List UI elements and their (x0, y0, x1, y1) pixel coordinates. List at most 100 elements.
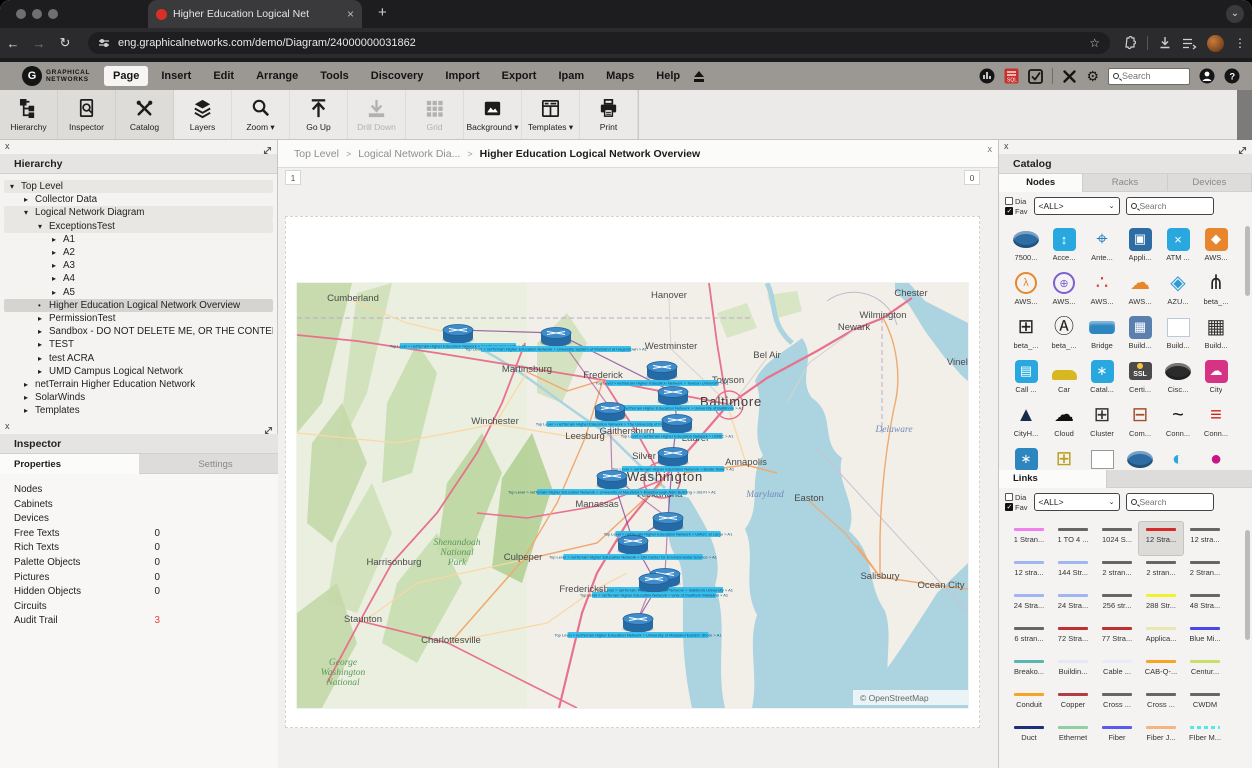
window-close-button[interactable] (16, 9, 26, 19)
catalog-link-item[interactable]: Cross ... (1139, 687, 1183, 720)
catalog-node-item[interactable]: ◐ (1159, 444, 1197, 472)
catalog-node-item[interactable]: ◆AWS... (1197, 224, 1235, 268)
bookmark-star-icon[interactable]: ☆ (1089, 36, 1100, 50)
tree-item[interactable]: ▸A5 (4, 286, 273, 299)
catalog-node-item[interactable]: ↕Acce... (1045, 224, 1083, 268)
catalog-link-item[interactable]: CAB-Q-... (1139, 654, 1183, 687)
catalog-node-item[interactable]: ▤Call ... (1007, 356, 1045, 400)
settings-gear-icon[interactable]: ⚙ (1086, 68, 1099, 85)
breadcrumb-item[interactable]: Logical Network Dia... (358, 148, 460, 160)
catalog-node-item[interactable]: ∗ (1007, 444, 1045, 472)
catalog-link-item[interactable]: Applica... (1139, 621, 1183, 654)
catalog-search-input[interactable] (1140, 201, 1204, 211)
catalog-node-item[interactable]: ≡Conn... (1197, 400, 1235, 444)
expand-arrow-icon[interactable]: ▸ (38, 314, 49, 323)
extensions-icon[interactable] (1123, 36, 1137, 50)
catalog-link-item[interactable]: Cross ... (1095, 687, 1139, 720)
address-bar[interactable]: eng.graphicalnetworks.com/demo/Diagram/2… (88, 32, 1110, 54)
catalog-link-item[interactable]: 288 Str... (1139, 588, 1183, 621)
menu-item-arrange[interactable]: Arrange (247, 66, 307, 86)
inspector-row[interactable]: Cabinets (0, 499, 278, 514)
links-title[interactable]: Links (999, 470, 1107, 488)
browser-menu-icon[interactable]: ⋮ (1234, 36, 1246, 50)
catalog-expand-icon[interactable] (1238, 142, 1247, 160)
catalog-link-item[interactable]: Copper (1051, 687, 1095, 720)
catalog-node-item[interactable]: ☁Cloud (1045, 400, 1083, 444)
inspector-row[interactable]: Pictures0 (0, 572, 278, 587)
links-search-input[interactable] (1140, 497, 1204, 507)
menu-item-help[interactable]: Help (647, 66, 689, 86)
account-icon[interactable] (1199, 68, 1215, 84)
catalog-node-item[interactable]: ☁AWS... (1121, 268, 1159, 312)
catalog-node-item[interactable]: ◈AZU... (1159, 268, 1197, 312)
catalog-node-item[interactable]: ☁City (1197, 356, 1235, 400)
catalog-tab-racks[interactable]: Racks (1083, 174, 1167, 192)
tab-close-icon[interactable]: × (347, 7, 354, 21)
menu-item-edit[interactable]: Edit (204, 66, 243, 86)
catalog-link-item[interactable]: Breako... (1007, 654, 1051, 687)
links-search[interactable] (1126, 493, 1214, 511)
inspector-row[interactable]: Circuits (0, 601, 278, 616)
catalog-node-item[interactable]: ⊞Cluster (1083, 400, 1121, 444)
download-icon[interactable] (1158, 36, 1172, 50)
menu-item-insert[interactable]: Insert (152, 66, 200, 86)
diagram-canvas[interactable]: 1 0 CumberlandHanoverChesterWilmingtonNe… (278, 168, 998, 768)
catalog-link-item[interactable]: Fiber J... (1139, 720, 1183, 753)
catalog-button[interactable]: Catalog (116, 90, 174, 139)
catalog-node-item[interactable]: Cisc... (1159, 356, 1197, 400)
reload-icon[interactable]: ↻ (52, 35, 78, 51)
forward-icon[interactable]: → (26, 36, 52, 51)
catalog-node-item[interactable]: Ⓐbeta_... (1045, 312, 1083, 356)
catalog-link-item[interactable]: 12 stra... (1183, 522, 1227, 555)
sql-reports-icon[interactable]: SQL (1004, 68, 1019, 84)
catalog-link-item[interactable]: 2 Stran... (1183, 555, 1227, 588)
leaf-dot-icon[interactable]: • (38, 301, 49, 310)
global-search[interactable] (1108, 68, 1190, 85)
inspector-row[interactable]: Rich Texts0 (0, 542, 278, 557)
catalog-node-item[interactable]: ⋔beta_... (1197, 268, 1235, 312)
inspector-row[interactable]: Free Texts0 (0, 528, 278, 543)
catalog-link-item[interactable]: 48 Stra... (1183, 588, 1227, 621)
breadcrumb-item[interactable]: Top Level (294, 148, 339, 160)
tree-item[interactable]: ▸A3 (4, 259, 273, 272)
catalog-link-item[interactable]: 256 str... (1095, 588, 1139, 621)
inspector-row[interactable]: Palette Objects0 (0, 557, 278, 572)
expand-arrow-icon[interactable]: ▸ (24, 195, 35, 204)
inspector-row[interactable]: Audit Trail3 (0, 615, 278, 630)
catalog-link-item[interactable]: Cable ... (1095, 654, 1139, 687)
catalog-link-item[interactable]: 12 Stra... (1139, 522, 1183, 555)
catalog-node-item[interactable]: ⊞ (1045, 444, 1083, 472)
catalog-node-item[interactable]: ▲CityH... (1007, 400, 1045, 444)
new-tab-button[interactable]: + (378, 4, 387, 21)
inspector-button[interactable]: Inspector (58, 90, 116, 139)
menu-item-tools[interactable]: Tools (311, 66, 358, 86)
tree-item[interactable]: ▸Collector Data (4, 193, 273, 206)
catalog-link-item[interactable]: Centur... (1183, 654, 1227, 687)
collapse-arrow-icon[interactable]: ▾ (10, 182, 21, 191)
hierarchy-expand-icon[interactable] (263, 142, 272, 160)
catalog-link-item[interactable]: CWDM (1183, 687, 1227, 720)
catalog-scrollbar[interactable] (1245, 226, 1250, 296)
inspector-row[interactable]: Nodes (0, 484, 278, 499)
go-up-button[interactable]: Go Up (290, 90, 348, 139)
catalog-node-item[interactable]: ▦Build... (1197, 312, 1235, 356)
breadcrumb-item[interactable]: Higher Education Logical Network Overvie… (480, 148, 701, 160)
eject-icon[interactable] (693, 71, 705, 82)
back-icon[interactable]: ← (0, 36, 26, 51)
window-minimize-button[interactable] (32, 9, 42, 19)
catalog-node-item[interactable]: ● (1197, 444, 1235, 472)
expand-arrow-icon[interactable]: ▸ (52, 248, 63, 257)
tab-list-icon[interactable] (1182, 37, 1197, 50)
inspector-tab-properties[interactable]: Properties (0, 454, 139, 474)
zoom-button[interactable]: Zoom ▾ (232, 90, 290, 139)
links-dia-checkbox[interactable] (1005, 493, 1013, 501)
hierarchy-close-icon[interactable]: x (5, 141, 10, 152)
window-zoom-button[interactable] (48, 9, 58, 19)
menu-item-ipam[interactable]: Ipam (549, 66, 593, 86)
catalog-node-item[interactable]: ▣Appli... (1121, 224, 1159, 268)
inspector-expand-icon[interactable] (264, 422, 273, 440)
tree-item[interactable]: ▸PermissionTest (4, 312, 273, 325)
catalog-node-item[interactable]: Build... (1159, 312, 1197, 356)
network-map[interactable]: CumberlandHanoverChesterWilmingtonNewark… (297, 283, 968, 708)
catalog-link-item[interactable]: FIber M... (1183, 720, 1227, 753)
